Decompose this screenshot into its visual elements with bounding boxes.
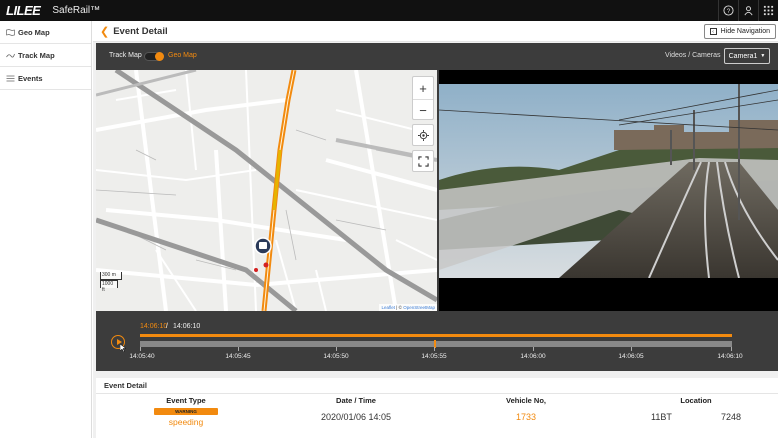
camera-video[interactable] [439, 70, 778, 311]
event-type-value: speeding [168, 417, 204, 427]
event-type-column: Event Type WARNING speeding [146, 396, 226, 427]
map-icon [6, 28, 15, 36]
time-label: 14:06:05 [618, 353, 644, 360]
list-icon [6, 75, 15, 82]
fullscreen-button[interactable] [412, 150, 434, 172]
tick [238, 347, 239, 351]
leaflet-link[interactable]: Leaflet [381, 305, 395, 310]
sidebar-item-events[interactable]: Events [0, 67, 91, 90]
progress-bar[interactable] [140, 334, 732, 337]
page-title: Event Detail [113, 25, 168, 37]
vehicle-column: Vehicle No, 1733 [486, 396, 566, 422]
brand-logo: LILEE [6, 3, 41, 18]
tick [140, 347, 141, 351]
camera-select[interactable]: Camera1 ▼ [724, 48, 770, 64]
track-map-label: Track Map [109, 52, 142, 59]
geo-map[interactable]: + − 300 m 1000 ft Leaflet | © OpenStreet… [96, 70, 437, 311]
top-icons: ? [718, 0, 778, 21]
tick [631, 347, 632, 351]
videos-cameras-label: Videos / Cameras [665, 52, 721, 59]
zoom-control: + − [412, 76, 434, 120]
current-time: 14:06:10 [140, 323, 168, 330]
datetime-value: 2020/01/06 14:05 [320, 412, 392, 422]
time-separator: / [166, 323, 168, 330]
time-label: 14:05:45 [225, 353, 251, 360]
time-label: 14:06:10 [717, 353, 743, 360]
map-attribution: Leaflet | © OpenStreetMap [379, 304, 437, 311]
event-detail-card: Event Detail Event Type WARNING speeding… [96, 378, 778, 438]
map-scale: 300 m 1000 ft [100, 272, 122, 293]
apps-grid-icon[interactable] [758, 0, 778, 21]
page-header: ❮ Event Detail ‹ Hide Navigation [93, 21, 778, 42]
datetime-column: Date / Time 2020/01/06 14:05 [296, 396, 416, 422]
user-icon[interactable] [738, 0, 758, 21]
toggle-knob [155, 52, 164, 61]
zoom-out-button[interactable]: − [413, 99, 433, 121]
hide-navigation-button[interactable]: ‹ Hide Navigation [703, 24, 776, 39]
attribution-separator: | © [394, 305, 404, 310]
sidebar: Geo Map Track Map Events [0, 21, 92, 438]
scale-imperial: 1000 ft [100, 280, 118, 293]
location-column: Location 11BT 7248 [641, 396, 751, 422]
main-content: ❮ Event Detail ‹ Hide Navigation Track M… [93, 21, 778, 438]
scale-metric: 300 m [100, 272, 122, 280]
vehicle-header: Vehicle No, [505, 396, 547, 405]
fullscreen-icon [417, 155, 429, 167]
svg-text:?: ? [727, 8, 731, 15]
osm-link[interactable]: OpenStreetMap [403, 305, 435, 310]
chevron-left-icon[interactable]: ❮ [100, 25, 109, 38]
video-frame [439, 70, 778, 311]
time-label: 14:06:00 [520, 353, 546, 360]
total-time: 14:06:10 [173, 323, 201, 330]
sidebar-item-track-map[interactable]: Track Map [0, 44, 91, 67]
sidebar-item-geo-map[interactable]: Geo Map [0, 21, 91, 44]
time-label: 14:05:40 [129, 353, 155, 360]
route-icon [6, 52, 15, 59]
sidebar-item-label: Track Map [18, 50, 55, 60]
geo-map-label: Geo Map [168, 52, 197, 59]
sidebar-item-label: Events [18, 73, 43, 83]
sidebar-item-label: Geo Map [18, 27, 50, 37]
location-values: 11BT 7248 [641, 412, 751, 422]
hide-navigation-label: Hide Navigation [720, 28, 770, 35]
tick [533, 347, 534, 351]
location-line: 11BT [651, 412, 672, 422]
datetime-header: Date / Time [336, 396, 376, 405]
event-type-header: Event Type [166, 396, 206, 405]
tick [434, 347, 435, 351]
help-icon[interactable]: ? [718, 0, 738, 21]
media-panel: Track Map Geo Map Videos / Cameras Camer… [96, 43, 778, 371]
camera-select-value: Camera1 [728, 52, 758, 60]
location-milepost: 7248 [720, 412, 741, 422]
timeline: 14:06:10 / 14:06:10 14:05:40 14:05:45 14… [96, 311, 778, 371]
map-tiles [96, 70, 437, 311]
pointer-cursor-icon [120, 344, 126, 352]
control-bar: Track Map Geo Map Videos / Cameras Camer… [96, 43, 778, 70]
time-label: 14:05:50 [323, 353, 349, 360]
locate-icon [417, 129, 429, 141]
map-mode-toggle[interactable] [144, 52, 164, 61]
location-header: Location [680, 396, 712, 405]
time-label: 14:05:55 [421, 353, 447, 360]
vehicle-value[interactable]: 1733 [486, 412, 566, 422]
scrubber-track[interactable] [140, 341, 732, 347]
zoom-in-button[interactable]: + [413, 77, 433, 99]
top-bar: LILEE SafeRail™ ? [0, 0, 778, 21]
collapse-icon: ‹ [709, 28, 717, 35]
locate-button[interactable] [412, 124, 434, 146]
caret-down-icon: ▼ [760, 53, 766, 59]
tick [336, 347, 337, 351]
app-name: SafeRail™ [52, 5, 101, 16]
severity-badge: WARNING [154, 408, 218, 415]
section-title: Event Detail [96, 378, 778, 394]
tick [731, 347, 732, 351]
